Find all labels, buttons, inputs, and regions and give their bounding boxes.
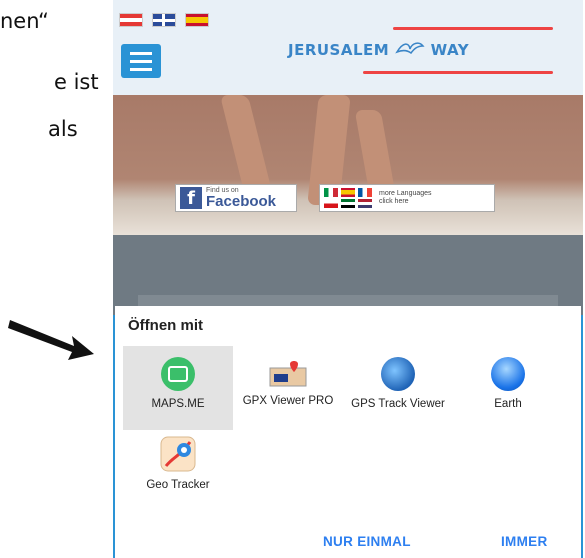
- app-option-maps-me[interactable]: MAPS.ME: [123, 346, 233, 430]
- facebook-big-text: Facebook: [206, 193, 277, 210]
- document-text-line-1: nen“: [0, 9, 49, 33]
- sheet-title: Öffnen mit: [128, 317, 203, 334]
- logo-left-text: JERUSALEM: [288, 41, 390, 59]
- header-decor-line: [363, 71, 553, 74]
- more-languages-badge[interactable]: more Languages click here: [319, 184, 495, 212]
- always-button[interactable]: IMMER: [501, 534, 548, 549]
- app-label: Earth: [494, 398, 522, 410]
- arabic-flag-icon: [341, 199, 355, 208]
- language-flag-grid: [324, 188, 372, 208]
- app-option-gps-track-viewer[interactable]: GPS Track Viewer: [343, 346, 453, 430]
- menu-bar: [130, 59, 152, 63]
- languages-text-line-2: click here: [379, 198, 409, 205]
- menu-button[interactable]: [121, 44, 161, 78]
- italian-flag-icon: [324, 188, 338, 197]
- uk-flag-icon[interactable]: [152, 13, 176, 27]
- document-text-line-2: e ist: [54, 70, 99, 94]
- dove-icon: [395, 42, 425, 55]
- pointer-arrow-icon: [8, 320, 94, 360]
- languages-text-line-1: more Languages: [379, 189, 432, 197]
- us-flag-icon: [358, 199, 372, 208]
- app-label: MAPS.ME: [151, 398, 205, 410]
- facebook-badge[interactable]: f Find us on Facebook: [175, 184, 297, 212]
- spanish-flag-icon: [341, 188, 355, 197]
- app-label: Geo Tracker: [146, 479, 210, 491]
- gpx-viewer-pro-icon: [268, 360, 308, 388]
- document-text-line-3: als: [48, 117, 78, 141]
- spanish-flag-icon[interactable]: [185, 13, 209, 27]
- site-header: JERUSALEM WAY: [113, 0, 583, 95]
- site-logo[interactable]: JERUSALEM WAY: [288, 40, 469, 59]
- hero-photo: [113, 95, 583, 235]
- just-once-button[interactable]: NUR EINMAL: [323, 534, 411, 549]
- header-decor-line: [393, 27, 553, 30]
- maps-me-icon: [161, 357, 195, 391]
- menu-bar: [130, 51, 152, 55]
- czech-flag-icon: [324, 199, 338, 208]
- open-with-sheet: Öffnen mit MAPS.ME GPX Viewer PRO GPS Tr…: [115, 306, 581, 558]
- french-flag-icon: [358, 188, 372, 197]
- gps-track-viewer-icon: [381, 357, 415, 391]
- german-flag-icon[interactable]: [119, 13, 143, 27]
- facebook-icon: f: [180, 187, 202, 209]
- app-option-earth[interactable]: Earth: [453, 346, 563, 430]
- app-option-geo-tracker[interactable]: Geo Tracker: [123, 432, 233, 508]
- app-label: GPS Track Viewer: [351, 398, 445, 410]
- geo-tracker-icon: [160, 436, 196, 472]
- app-label: GPX Viewer PRO: [242, 395, 334, 407]
- phone-screenshot: JERUSALEM WAY f Find us on Facebook more: [113, 0, 583, 558]
- menu-bar: [130, 67, 152, 71]
- logo-right-text: WAY: [430, 41, 470, 59]
- google-earth-icon: [491, 357, 525, 391]
- app-option-gpx-viewer-pro[interactable]: GPX Viewer PRO: [233, 346, 343, 430]
- language-flags: [119, 13, 209, 27]
